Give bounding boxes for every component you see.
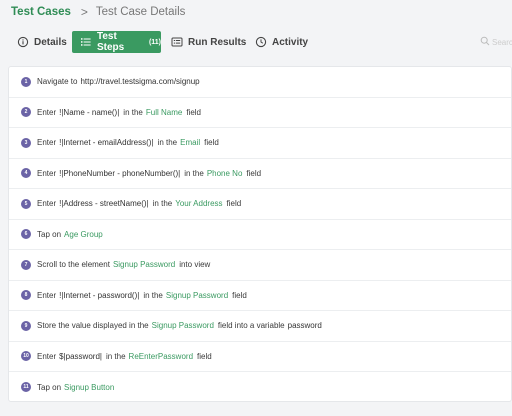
test-step-row[interactable]: 2 Enter !|Name - name()| in the Full Name fie… (9, 98, 511, 128)
step-text: Navigate to (37, 77, 78, 87)
step-number-badge: 10 (21, 351, 31, 362)
breadcrumb-current: Test Case Details (95, 6, 186, 18)
step-text: field (186, 107, 202, 117)
step-text: in the (152, 199, 173, 209)
test-step-row[interactable]: 4 Enter !|PhoneNumber - phoneNumber()| in t… (9, 159, 511, 189)
step-text: Tap on (37, 382, 62, 392)
breadcrumb-separator: > (80, 5, 88, 19)
step-text: field (197, 351, 212, 361)
step-test-data: !|Internet - emailAddress()| (59, 138, 154, 148)
step-element-link[interactable]: Email (180, 138, 200, 147)
step-number-badge: 7 (21, 259, 31, 270)
step-text: into view (179, 260, 211, 270)
tab-activity-label: Activity (272, 36, 309, 48)
step-number-badge: 3 (21, 137, 31, 148)
step-text: field (204, 138, 219, 148)
step-element-link[interactable]: Age Group (64, 230, 103, 239)
step-element-link[interactable]: ReEnterPassword (129, 352, 193, 361)
step-test-data: password (287, 321, 322, 331)
step-text: Tap on (37, 229, 62, 239)
search-input[interactable]: Search (480, 36, 512, 48)
step-text: in the (123, 107, 143, 117)
step-element-link[interactable]: Signup Password (152, 321, 214, 330)
test-step-row[interactable]: 10 Enter $|password| in the ReEnterPassword f… (9, 342, 511, 372)
tab-run-results[interactable]: Run Results (171, 31, 246, 53)
step-text: Enter (37, 290, 57, 300)
step-number-badge: 5 (21, 198, 31, 209)
step-text: field (232, 290, 247, 300)
step-element-link[interactable]: Signup Password (113, 260, 175, 269)
test-step-row[interactable]: 7 Scroll to the element Signup Password int… (9, 250, 511, 281)
step-text: Enter (37, 168, 57, 178)
clock-icon (255, 36, 267, 48)
step-test-data: $|password| (59, 351, 102, 361)
tab-test-steps[interactable]: Test Steps (11) (72, 31, 161, 53)
step-element-link[interactable]: Signup Button (64, 383, 114, 392)
step-text: field (226, 199, 242, 209)
step-element-link[interactable]: Full Name (146, 108, 182, 117)
step-test-data: http://travel.testsigma.com/signup (80, 77, 200, 87)
step-text: Enter (37, 107, 57, 117)
test-step-row[interactable]: 1 Navigate to http://travel.testsigma.com/… (9, 67, 511, 98)
tab-details[interactable]: Details (17, 31, 67, 53)
step-element-link[interactable]: Phone No (207, 169, 243, 178)
step-number-badge: 6 (21, 229, 31, 240)
step-text: field into a variable (217, 321, 285, 331)
step-number-badge: 2 (21, 107, 31, 118)
step-number-badge: 1 (21, 76, 31, 87)
breadcrumb: Test Cases > Test Case Details (0, 0, 512, 24)
step-text: in the (143, 290, 163, 300)
step-text: Enter (37, 138, 57, 148)
test-step-row[interactable]: 11 Tap on Signup Button (9, 372, 511, 403)
step-test-data: !|Address - streetName()| (59, 199, 149, 209)
step-number-badge: 11 (21, 382, 31, 393)
step-test-data: !|Internet - password()| (59, 290, 140, 300)
results-icon (171, 36, 183, 48)
step-text: field (246, 168, 262, 178)
step-element-link[interactable]: Signup Password (166, 291, 228, 300)
step-test-data: !|Name - name()| (59, 107, 120, 117)
test-step-row[interactable]: 8 Enter !|Internet - password()| in the Sign… (9, 281, 511, 311)
test-steps-list: 1 Navigate to http://travel.testsigma.com/… (8, 66, 512, 402)
breadcrumb-test-cases-link[interactable]: Test Cases (11, 6, 71, 18)
tab-activity[interactable]: Activity (255, 31, 308, 53)
info-icon (17, 36, 29, 48)
test-step-row[interactable]: 6 Tap on Age Group (9, 220, 511, 250)
test-step-row[interactable]: 3 Enter !|Internet - emailAddress()| in the… (9, 128, 511, 159)
step-text: in the (157, 138, 178, 148)
test-step-row[interactable]: 9 Store the value displayed in the Signup … (9, 311, 511, 342)
step-text: Enter (37, 351, 57, 361)
test-steps-count-badge: (11) (148, 38, 161, 46)
search-placeholder: Search (492, 37, 512, 47)
step-number-badge: 4 (21, 168, 31, 179)
search-icon (480, 36, 490, 48)
step-test-data: !|PhoneNumber - phoneNumber()| (59, 168, 181, 178)
list-icon (80, 36, 92, 48)
step-text: in the (105, 351, 126, 361)
step-number-badge: 9 (21, 320, 31, 331)
step-element-link[interactable]: Your Address (175, 199, 222, 208)
step-text: Store the value displayed in the (37, 321, 149, 331)
step-text: Enter (37, 199, 57, 209)
test-step-row[interactable]: 5 Enter !|Address - streetName()| in the You… (9, 189, 511, 220)
tab-run-results-label: Run Results (188, 36, 247, 48)
tab-details-label: Details (34, 36, 67, 48)
step-number-badge: 8 (21, 290, 31, 301)
step-text: Scroll to the element (37, 260, 110, 270)
step-text: in the (184, 168, 204, 178)
tab-bar: Details Test Steps (11) Run Results Acti… (0, 29, 512, 55)
tab-test-steps-label: Test Steps (97, 31, 125, 53)
